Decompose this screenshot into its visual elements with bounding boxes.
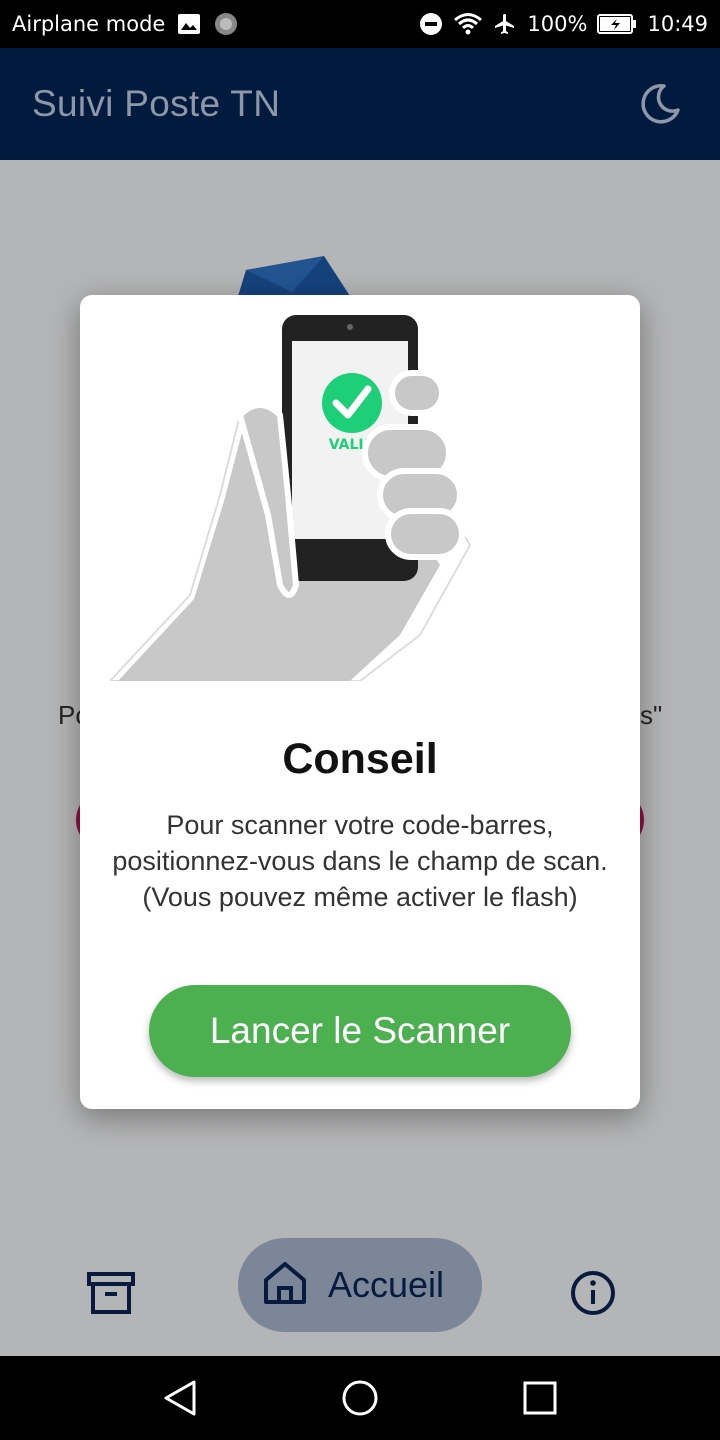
system-navigation-bar	[0, 1356, 720, 1440]
dialog-message: Pour scanner votre code-barres, position…	[90, 807, 630, 915]
moon-icon[interactable]	[638, 82, 682, 126]
home-circle-icon[interactable]	[340, 1378, 380, 1423]
battery-percent: 100%	[527, 12, 588, 36]
battery-charging-icon	[597, 13, 637, 35]
dialog-message-line: Pour scanner votre code-barres,	[166, 810, 554, 840]
image-icon	[177, 13, 201, 35]
recent-apps-icon[interactable]	[522, 1380, 558, 1421]
tip-dialog: VALID Conseil Pour scanner votre code-ba…	[80, 295, 640, 1109]
clock: 10:49	[647, 12, 708, 36]
do-not-disturb-icon	[419, 12, 443, 36]
dialog-message-line: (Vous pouvez même activer le flash)	[142, 882, 578, 912]
airplane-icon	[493, 12, 517, 36]
launch-scanner-button[interactable]: Lancer le Scanner	[149, 985, 571, 1077]
wifi-icon	[453, 12, 483, 36]
dialog-message-line: positionnez-vous dans le champ de scan.	[112, 846, 608, 876]
back-icon[interactable]	[160, 1378, 200, 1423]
airplane-mode-label: Airplane mode	[12, 12, 166, 36]
app-bar: Suivi Poste TN	[0, 48, 720, 160]
app-title: Suivi Poste TN	[32, 83, 281, 124]
status-bar: Airplane mode 100% 10:49	[0, 0, 720, 48]
phone-scan-illustration: VALID	[110, 315, 472, 681]
loading-icon	[213, 11, 239, 37]
dialog-title: Conseil	[282, 735, 438, 783]
